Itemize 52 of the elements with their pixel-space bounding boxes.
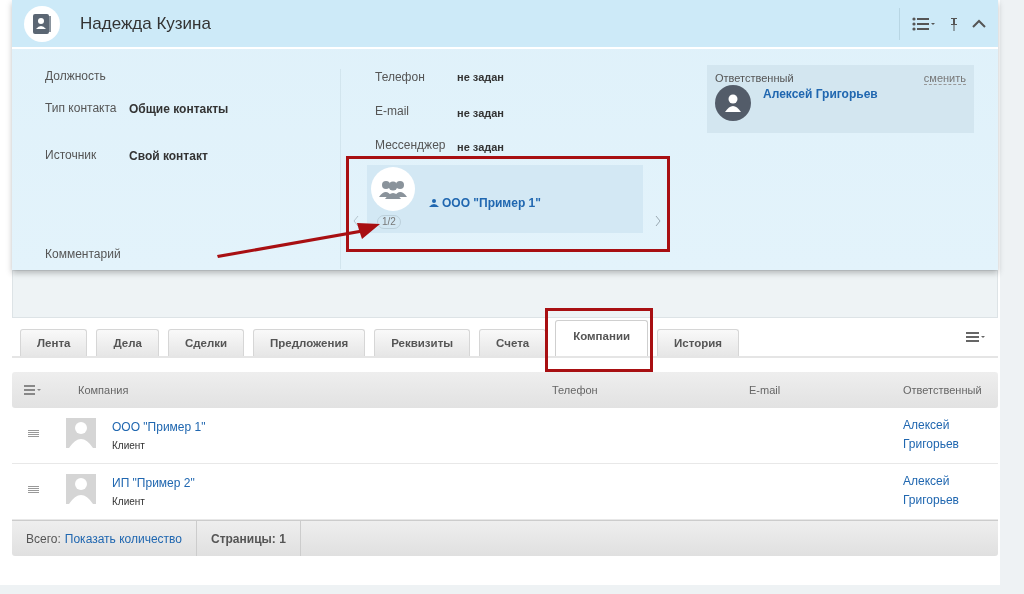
company-type: Клиент bbox=[112, 496, 146, 507]
field-label: Должность bbox=[45, 69, 107, 85]
responsible-link[interactable]: Алексей Григорьев bbox=[903, 416, 983, 454]
column-header[interactable]: Ответственный bbox=[903, 384, 998, 396]
company-link[interactable]: ООО "Пример 1" bbox=[429, 173, 541, 233]
field-value: Общие контакты bbox=[129, 101, 229, 118]
company-avatar-icon bbox=[66, 418, 96, 448]
previous-icon[interactable] bbox=[353, 215, 359, 227]
field-value: Свой контакт bbox=[129, 148, 208, 165]
tab[interactable]: Лента bbox=[20, 329, 88, 356]
field-label: Телефон bbox=[375, 69, 426, 86]
tab[interactable]: Реквизиты bbox=[374, 329, 471, 356]
drag-handle-icon[interactable] bbox=[28, 430, 39, 438]
menu-icon[interactable] bbox=[966, 332, 986, 342]
field-label: E-mail bbox=[375, 103, 410, 120]
responsible-label: Ответственный bbox=[715, 72, 794, 85]
user-avatar-icon bbox=[715, 85, 751, 121]
menu-icon[interactable] bbox=[24, 385, 42, 395]
field-label: Источник bbox=[45, 148, 98, 164]
show-count-link[interactable]: Показать количество bbox=[64, 529, 182, 548]
change-link[interactable]: сменить bbox=[923, 72, 966, 85]
responsible-link[interactable]: Алексей Григорьев bbox=[903, 472, 983, 510]
field-value: не задан bbox=[457, 106, 504, 121]
column-header[interactable]: E-mail bbox=[749, 384, 903, 396]
column-header[interactable]: Компания bbox=[78, 384, 552, 396]
collapse-icon[interactable] bbox=[972, 18, 986, 29]
pages-label: Страницы: 1 bbox=[211, 531, 286, 546]
list-settings-icon[interactable] bbox=[912, 16, 936, 31]
field-value: не задан bbox=[457, 70, 504, 85]
tab[interactable]: Компании bbox=[555, 320, 649, 356]
tab[interactable]: Сделки bbox=[167, 329, 245, 356]
tab[interactable]: История bbox=[657, 329, 739, 356]
field-label: Мессенджер bbox=[375, 137, 447, 154]
field-label: Комментарий bbox=[45, 247, 122, 261]
company-type: Клиент bbox=[112, 440, 146, 451]
total-label: Всего: bbox=[26, 531, 61, 546]
pin-icon[interactable] bbox=[950, 16, 958, 31]
company-link[interactable]: ООО "Пример 1" bbox=[112, 418, 206, 436]
drag-handle-icon[interactable] bbox=[28, 486, 39, 494]
tab[interactable]: Счета bbox=[479, 329, 547, 356]
contact-book-icon bbox=[24, 5, 60, 42]
column-header[interactable]: Телефон bbox=[552, 384, 749, 396]
responsible-name[interactable]: Алексей Григорьев bbox=[763, 87, 878, 121]
company-avatar-icon bbox=[66, 474, 96, 504]
company-link[interactable]: ИП "Пример 2" bbox=[112, 474, 195, 492]
contact-name: Надежда Кузина bbox=[80, 13, 212, 34]
field-label: Тип контакта bbox=[45, 101, 117, 117]
tab[interactable]: Предложения bbox=[253, 329, 366, 356]
group-icon bbox=[371, 167, 415, 211]
user-icon bbox=[429, 199, 439, 207]
tab[interactable]: Дела bbox=[96, 329, 159, 356]
field-value: не задан bbox=[457, 140, 504, 155]
